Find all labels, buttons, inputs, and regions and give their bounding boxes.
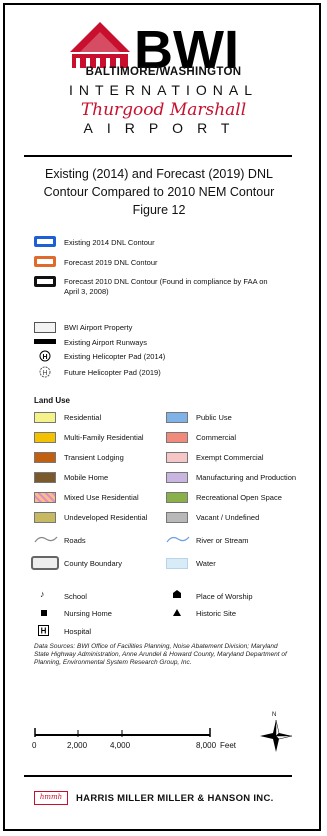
multifamily-label: Multi-Family Residential <box>64 433 144 442</box>
nursing-home-label: Nursing Home <box>64 609 112 618</box>
manufacturing-label: Manufacturing and Production <box>196 473 297 482</box>
scale-unit: Feet <box>220 741 237 750</box>
school-label: School <box>64 592 87 601</box>
mobile-home-swatch <box>34 472 56 483</box>
residential-label: Residential <box>64 413 102 422</box>
undeveloped-swatch <box>34 512 56 523</box>
undeveloped-label: Undeveloped Residential <box>64 513 148 522</box>
figure-number: Figure 12 <box>132 203 186 217</box>
footer-divider <box>24 775 292 777</box>
exempt-commercial-swatch <box>166 452 188 463</box>
title-line1: Existing (2014) and Forecast (2019) DNL <box>45 167 273 181</box>
contour-2014-label: Existing 2014 DNL Contour <box>64 238 155 247</box>
vacant-swatch <box>166 512 188 523</box>
helipad-icon: H <box>39 350 51 362</box>
airport-name-line1: BALTIMORE/WASHINGTON <box>85 66 242 78</box>
exempt-commercial-label: Exempt Commercial <box>196 453 264 462</box>
helipad-existing-label: Existing Helicopter Pad (2014) <box>64 352 166 361</box>
county-boundary-label: County Boundary <box>64 559 122 568</box>
hospital-label: Hospital <box>64 627 92 636</box>
roads-label: Roads <box>64 536 86 545</box>
property-icon <box>34 322 56 333</box>
river-label: River or Stream <box>196 536 249 545</box>
scale-label-2000: 2,000 <box>67 741 88 750</box>
map-title: Existing (2014) and Forecast (2019) DNL … <box>20 165 298 219</box>
contour-2019-label: Forecast 2019 DNL Contour <box>64 258 158 267</box>
land-use-heading: Land Use <box>34 396 71 405</box>
hospital-icon: H <box>38 625 49 636</box>
vacant-label: Vacant / Undefined <box>196 513 260 522</box>
multifamily-swatch <box>34 432 56 443</box>
recreational-swatch <box>166 492 188 503</box>
north-label: N <box>272 712 277 718</box>
helipad-future-label: Future Helicopter Pad (2019) <box>64 368 161 377</box>
scale-bar-graphic <box>34 728 211 737</box>
contour-2019-swatch <box>34 256 56 267</box>
airport-name-line4: AIRPORT <box>83 120 244 136</box>
historic-site-label: Historic Site <box>196 609 237 618</box>
commercial-label: Commercial <box>196 433 237 442</box>
residential-swatch <box>34 412 56 423</box>
commercial-swatch <box>166 432 188 443</box>
svg-text:H: H <box>42 354 47 361</box>
contour-2010-label-cont: April 3, 2008) <box>64 287 109 296</box>
county-boundary-icon <box>31 556 59 570</box>
divider <box>24 155 292 157</box>
lodging-label: Transient Lodging <box>64 453 124 462</box>
contour-2010-swatch <box>34 276 56 287</box>
hmmh-logo: hmmh <box>34 791 68 805</box>
contour-2014-swatch <box>34 236 56 247</box>
historic-site-icon <box>173 609 181 616</box>
bwi-logo: BWI BALTIMORE/WASHINGTON INTERNATIONAL T… <box>0 0 327 150</box>
svg-text:H: H <box>41 627 47 636</box>
worship-icon <box>173 590 181 598</box>
scale-label-4000: 4,000 <box>110 741 131 750</box>
roads-icon <box>34 536 58 543</box>
river-icon <box>166 536 190 543</box>
contour-2010-label: Forecast 2010 DNL Contour (Found in comp… <box>64 277 268 286</box>
scale-label-8000: 8,000 <box>196 741 217 750</box>
airport-name-line3: Thurgood Marshall <box>80 100 247 120</box>
mixed-use-label: Mixed Use Residential <box>64 493 139 502</box>
public-use-label: Public Use <box>196 413 232 422</box>
recreational-label: Recreational Open Space <box>196 493 282 502</box>
school-icon: ♪ <box>40 589 45 599</box>
water-swatch <box>166 558 188 569</box>
compass-icon <box>260 719 293 752</box>
title-line2: Contour Compared to 2010 NEM Contour <box>43 185 275 199</box>
mobile-home-label: Mobile Home <box>64 473 109 482</box>
nursing-home-icon <box>41 610 47 616</box>
svg-text:H: H <box>42 370 47 377</box>
property-label: BWI Airport Property <box>64 323 133 332</box>
company-name: HARRIS MILLER MILLER & HANSON INC. <box>76 793 274 804</box>
runway-label: Existing Airport Runways <box>64 338 147 347</box>
water-label: Water <box>196 559 216 568</box>
public-use-swatch <box>166 412 188 423</box>
airport-name-line2: INTERNATIONAL <box>69 82 258 98</box>
runway-icon <box>34 339 56 344</box>
lodging-swatch <box>34 452 56 463</box>
helipad-future-icon: H <box>39 366 51 378</box>
mixed-use-swatch <box>34 492 56 503</box>
manufacturing-swatch <box>166 472 188 483</box>
worship-label: Place of Worship <box>196 592 253 601</box>
scale-label-0: 0 <box>32 741 37 750</box>
data-sources: Data Sources: BWI Office of Facilities P… <box>34 643 287 666</box>
